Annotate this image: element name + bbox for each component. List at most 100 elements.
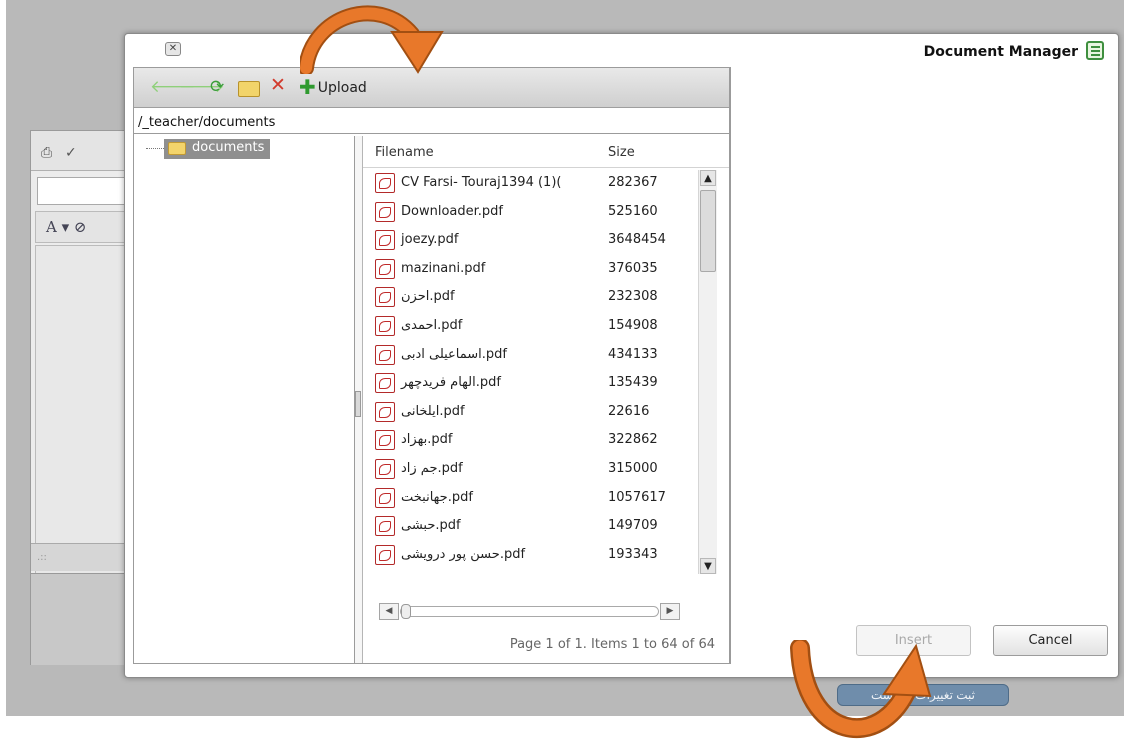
folder-tree: documents [134,136,355,663]
file-size: 22616 [608,403,650,419]
tree-node-label: documents [192,140,265,155]
vertical-scrollbar[interactable]: ▲ ▼ [698,170,717,574]
pdf-file-icon [375,401,395,422]
file-size: 149709 [608,518,658,534]
pdf-file-icon [375,258,395,279]
editor-toolbar: ⎙ ✓ [31,131,139,171]
tree-connector [146,148,164,149]
file-list: Filename Size CV Farsi- Touraj1394 (1)( 2… [363,136,729,663]
scroll-track[interactable] [400,606,659,617]
editor-status-bar: .:: [31,543,139,571]
file-row[interactable]: حبشی.pdf 149709 [363,512,698,541]
pdf-file-icon [375,315,395,336]
file-row[interactable]: CV Farsi- Touraj1394 (1)( 282367 [363,169,698,198]
scroll-right-icon[interactable]: ▶ [660,603,680,620]
editor-input[interactable] [37,177,137,205]
upload-label: Upload [317,80,367,96]
file-browser-panel: 🡐 🡒 ⟳ ✕ ✚ Upload /_teacher/documents docu… [133,67,730,664]
pdf-file-icon [375,544,395,565]
scroll-thumb[interactable] [700,190,716,272]
column-header-filename[interactable]: Filename [375,145,434,160]
file-toolbar: 🡐 🡒 ⟳ ✕ ✚ Upload [134,68,729,108]
file-size: 154908 [608,317,658,333]
file-row[interactable]: بهزاد.pdf 322862 [363,426,698,455]
current-path: /_teacher/documents [134,112,729,134]
file-size: 1057617 [608,489,666,505]
file-name: حبشی.pdf [401,518,461,534]
scroll-down-icon[interactable]: ▼ [700,558,716,574]
file-name: CV Farsi- Touraj1394 (1)( [401,175,562,190]
pdf-file-icon [375,458,395,479]
pdf-file-icon [375,344,395,365]
pdf-file-icon [375,173,395,193]
file-row[interactable]: mazinani.pdf 376035 [363,255,698,284]
file-row[interactable]: احمدی.pdf 154908 [363,312,698,341]
file-row[interactable]: اسماعیلی ادبی.pdf 434133 [363,341,698,370]
panel-splitter[interactable] [355,136,363,663]
pdf-file-icon [375,487,395,508]
horizontal-scrollbar[interactable]: ◀ ▶ [379,603,695,621]
file-size: 322862 [608,432,658,448]
tree-node-documents[interactable]: documents [164,139,271,159]
document-manager-dialog: ✕ Document Manager 🡐 🡒 ⟳ ✕ ✚ Upload /_tea… [124,33,1119,678]
screen: ⎙ ✓ A ▾ ⊘ .:: ثبت تغییرات بازگشت ✕ Docum… [0,0,1136,752]
pdf-file-icon [375,373,395,394]
file-name: ایلخانی.pdf [401,403,465,419]
splitter-collapse-handle[interactable] [355,391,361,417]
new-folder-icon[interactable] [238,81,260,97]
folder-icon [168,142,186,155]
upload-plus-icon: ✚ [299,75,316,99]
pdf-file-icon [375,230,395,251]
editor-lower-area [31,573,139,665]
upload-button[interactable]: ✚ Upload [299,75,367,99]
preview-panel: Insert Cancel [730,67,1111,664]
document-icon [1086,41,1104,60]
file-row[interactable]: joezy.pdf 3648454 [363,226,698,255]
scroll-up-icon[interactable]: ▲ [700,170,716,186]
file-size: 232308 [608,289,658,305]
print-icon[interactable]: ⎙ [41,145,52,161]
file-name: joezy.pdf [401,232,459,248]
file-name: احزن.pdf [401,289,455,305]
file-name: mazinani.pdf [401,260,486,276]
file-size: 193343 [608,546,658,562]
pager-info: Page 1 of 1. Items 1 to 64 of 64 [509,637,715,652]
file-row[interactable]: Downloader.pdf 525160 [363,198,698,227]
pdf-file-icon [375,287,395,308]
file-name: جهانبخت.pdf [401,489,473,505]
close-icon[interactable]: ✕ [165,42,181,56]
file-size: 3648454 [608,232,666,248]
delete-icon[interactable]: ✕ [270,76,286,95]
file-size: 376035 [608,260,658,276]
file-list-header: Filename Size [363,136,729,168]
file-row[interactable]: حسن پور درویشی.pdf 193343 [363,541,698,570]
file-rows: CV Farsi- Touraj1394 (1)( 282367 Downloade… [363,169,698,573]
file-row[interactable]: الهام فریدچهر.pdf 135439 [363,369,698,398]
pdf-file-icon [375,201,395,222]
file-size: 315000 [608,460,658,476]
file-name: بهزاد.pdf [401,432,453,448]
file-name: حسن پور درویشی.pdf [401,546,526,562]
file-row[interactable]: احزن.pdf 232308 [363,283,698,312]
file-row[interactable]: ایلخانی.pdf 22616 [363,398,698,427]
file-row[interactable]: خسروی.pdf93080 [363,569,698,573]
file-name: جم زاد.pdf [401,460,463,476]
refresh-icon[interactable]: ⟳ [210,79,224,96]
spellcheck-icon[interactable]: ✓ [65,145,77,161]
annotation-arrow-bottom-icon [790,640,932,739]
dialog-title: Document Manager [923,44,1078,60]
file-row[interactable]: جم زاد.pdf 315000 [363,455,698,484]
file-size: 525160 [608,203,658,219]
annotation-arrow-top-icon [300,5,444,74]
pdf-file-icon [375,430,395,451]
cancel-button[interactable]: Cancel [993,625,1108,656]
file-name: الهام فریدچهر.pdf [401,375,501,391]
scroll-left-icon[interactable]: ◀ [379,603,399,620]
scroll-thumb-horizontal[interactable] [401,604,411,619]
column-header-size[interactable]: Size [608,145,635,160]
file-name: Downloader.pdf [401,203,503,219]
file-name: اسماعیلی ادبی.pdf [401,346,508,362]
file-size: 282367 [608,175,658,190]
file-row[interactable]: جهانبخت.pdf 1057617 [363,484,698,513]
file-name: احمدی.pdf [401,317,463,333]
